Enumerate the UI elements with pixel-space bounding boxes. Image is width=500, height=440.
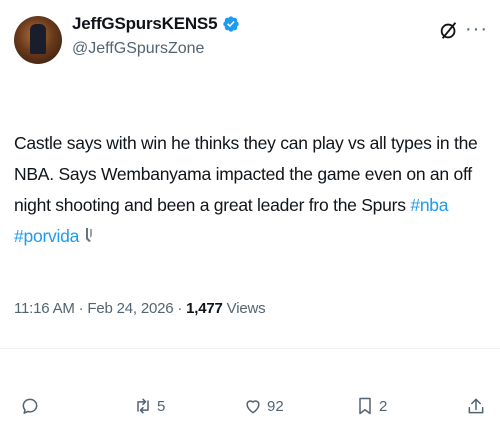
like-button[interactable]: 92	[243, 396, 284, 416]
reply-button[interactable]	[20, 396, 44, 416]
share-button[interactable]	[466, 396, 486, 416]
verified-icon	[223, 16, 240, 32]
share-icon	[468, 398, 484, 414]
author-name-row: JeffGSpursKENS5	[72, 14, 240, 34]
tweet-date[interactable]: Feb 24, 2026	[87, 300, 173, 317]
hashtag-porvida[interactable]: #porvida	[14, 226, 79, 246]
like-count: 92	[267, 397, 284, 415]
views-label: Views	[226, 300, 266, 317]
more-icon[interactable]: ···	[465, 18, 488, 41]
bookmark-count: 2	[379, 397, 388, 415]
reply-icon	[22, 398, 38, 414]
bookmark-button[interactable]: 2	[355, 396, 387, 416]
meta-separator: ·	[177, 300, 187, 317]
spurs-emoji-icon	[85, 228, 92, 242]
retweet-button[interactable]: 5	[133, 396, 165, 416]
views-count: 1,477	[186, 300, 223, 317]
retweet-icon	[137, 398, 149, 414]
tweet-meta: 11:16 AM · Feb 24, 2026 · 1,477 Views	[14, 300, 266, 317]
avatar[interactable]	[14, 16, 62, 64]
tweet-time[interactable]: 11:16 AM	[14, 300, 75, 317]
author-handle[interactable]: @JeffGSpursZone	[72, 40, 204, 58]
retweet-count: 5	[157, 397, 166, 415]
hashtag-nba[interactable]: #nba	[410, 195, 448, 215]
divider	[0, 348, 500, 349]
bookmark-icon	[359, 397, 371, 415]
like-icon	[246, 400, 260, 414]
grok-icon[interactable]	[438, 20, 460, 42]
tweet-text: Castle says with win he thinks they can …	[14, 128, 490, 252]
author-display-name[interactable]: JeffGSpursKENS5	[72, 14, 218, 34]
